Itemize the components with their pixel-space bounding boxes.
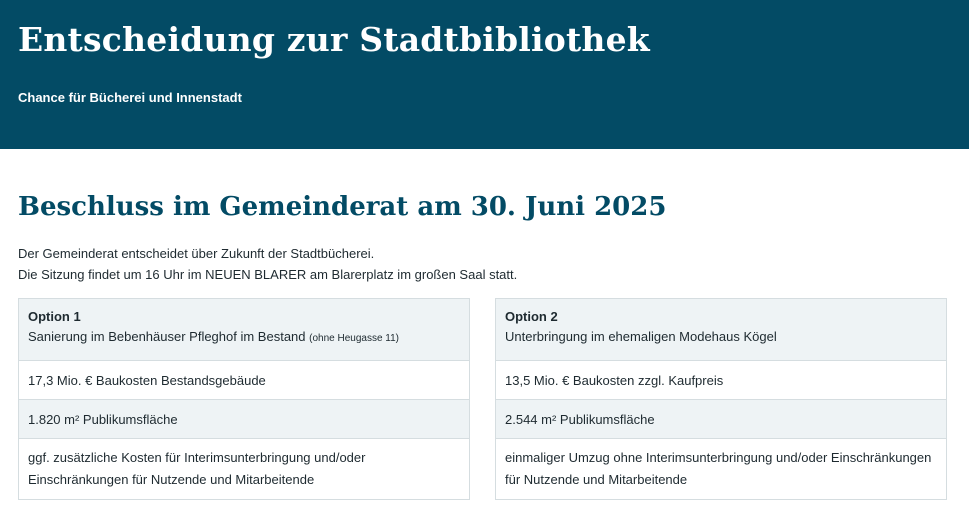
page-subtitle: Chance für Bücherei und Innenstadt — [18, 90, 242, 105]
options-comparison: Option 1 Sanierung im Bebenhäuser Pflegh… — [18, 298, 951, 500]
option-costs: 13,5 Mio. € Baukosten zzgl. Kaufpreis — [496, 360, 946, 399]
option-label: Option 1 — [28, 309, 81, 324]
option-note: (ohne Heugasse 11) — [309, 333, 400, 344]
option-header: Option 2 Unterbringung im ehemaligen Mod… — [496, 299, 946, 360]
page-title: Entscheidung zur Stadtbibliothek — [18, 20, 650, 59]
option-area: 2.544 m² Publikumsfläche — [496, 399, 946, 438]
intro-line: Die Sitzung findet um 16 Uhr im NEUEN BL… — [18, 267, 518, 282]
option-area: 1.820 m² Publikumsfläche — [19, 399, 469, 438]
main-content: Beschluss im Gemeinderat am 30. Juni 202… — [0, 187, 969, 500]
option-title-line: Unterbringung im ehemaligen Modehaus Kög… — [505, 326, 937, 348]
option-card-2: Option 2 Unterbringung im ehemaligen Mod… — [495, 298, 947, 500]
section-heading: Beschluss im Gemeinderat am 30. Juni 202… — [18, 192, 667, 222]
option-title-line: Sanierung im Bebenhäuser Pfleghof im Bes… — [28, 326, 460, 350]
option-label: Option 2 — [505, 309, 558, 324]
option-extra: einmaliger Umzug ohne Interimsunterbring… — [496, 438, 946, 499]
option-costs: 17,3 Mio. € Baukosten Bestandsgebäude — [19, 360, 469, 399]
option-title: Sanierung im Bebenhäuser Pfleghof im Bes… — [28, 329, 306, 344]
page-header: Entscheidung zur Stadtbibliothek Chance … — [0, 0, 969, 149]
option-header: Option 1 Sanierung im Bebenhäuser Pflegh… — [19, 299, 469, 360]
option-extra: ggf. zusätzliche Kosten für Interimsunte… — [19, 438, 469, 499]
intro-line: Der Gemeinderat entscheidet über Zukunft… — [18, 246, 375, 261]
option-title: Unterbringung im ehemaligen Modehaus Kög… — [505, 329, 777, 344]
option-card-1: Option 1 Sanierung im Bebenhäuser Pflegh… — [18, 298, 470, 500]
intro-text: Der Gemeinderat entscheidet über Zukunft… — [18, 243, 951, 285]
